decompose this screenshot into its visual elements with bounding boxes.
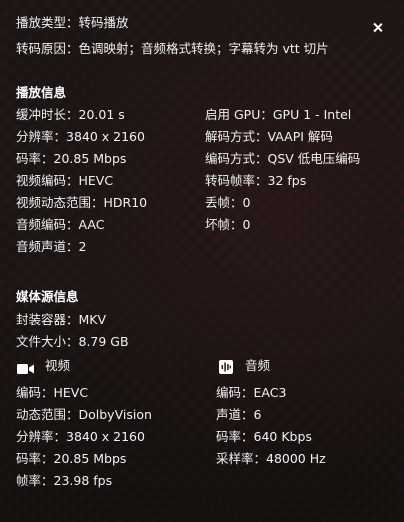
playback-info-right-row: 丢帧：0 [205,195,251,210]
video-stream-row: 动态范围：DolbyVision [16,407,152,422]
video-stream-row: 帧率：23.98 fps [16,473,113,488]
audio-stream-row: 采样率：48000 Hz [216,451,326,466]
video-stream-row: 分辨率：3840 x 2160 [16,429,145,444]
playback-info-left-row: 码率：20.85 Mbps [16,151,127,166]
playback-info-left-row: 视频动态范围：HDR10 [16,195,148,210]
audio-stream-row: 编码：EAC3 [216,385,287,400]
playback-info-right-row: 启用 GPU：GPU 1 - Intel [205,107,352,122]
playback-info-left-row: 视频编码：HEVC [16,173,114,188]
playback-info-right-row: 转码帧率：32 fps [205,173,307,188]
playback-info-right-row: 解码方式：VAAPI 解码 [205,129,333,144]
audio-stream-row: 声道：6 [216,407,262,422]
audio-section-label: 音频 [245,358,271,373]
playback-info-right-row: 编码方式：QSV 低电压编码 [205,151,361,166]
media-info-panel: 播放类型：转码播放 转码原因：色调映射；音频格式转换；字幕转为 vtt 切片 播… [0,0,404,522]
media-source-title: 媒体源信息 [16,289,79,304]
container-format: 封装容器：MKV [16,312,107,327]
close-icon[interactable] [368,18,388,38]
playback-info-left-row: 音频声道：2 [16,239,87,254]
video-stream-row: 编码：HEVC [16,385,89,400]
audio-stream-row: 码率：640 Kbps [216,429,312,444]
file-size: 文件大小：8.79 GB [16,334,129,349]
playback-info-right-row: 坏帧：0 [205,217,251,232]
playback-info-left-row: 音频编码：AAC [16,217,105,232]
playback-info-title: 播放信息 [16,85,67,100]
video-section-label: 视频 [45,358,71,373]
video-stream-row: 码率：20.85 Mbps [16,451,127,466]
audio-waveform-icon [219,359,233,378]
playback-type: 播放类型：转码播放 [16,15,129,30]
video-camera-icon [17,360,35,379]
playback-info-left-row: 分辨率：3840 x 2160 [16,129,145,144]
transcode-reason: 转码原因：色调映射；音频格式转换；字幕转为 vtt 切片 [16,41,329,56]
playback-info-left-row: 缓冲时长：20.01 s [16,107,125,122]
